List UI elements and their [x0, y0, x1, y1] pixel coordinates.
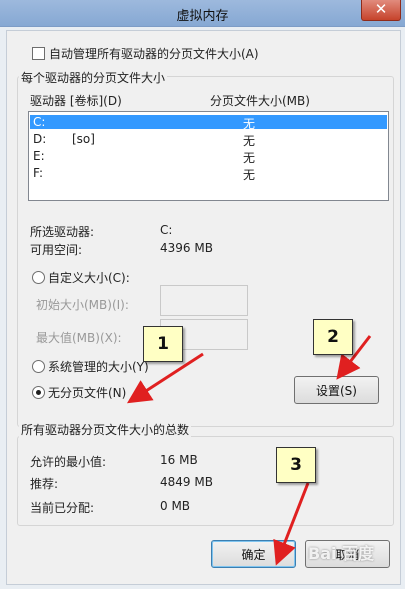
callout-2: 2: [313, 319, 353, 355]
annotation-arrows: [126, 335, 372, 566]
watermark: Bai 百度: [308, 544, 375, 563]
arrow-3: [273, 482, 310, 566]
callout-3: 3: [276, 447, 316, 483]
callout-1: 1: [143, 326, 183, 362]
